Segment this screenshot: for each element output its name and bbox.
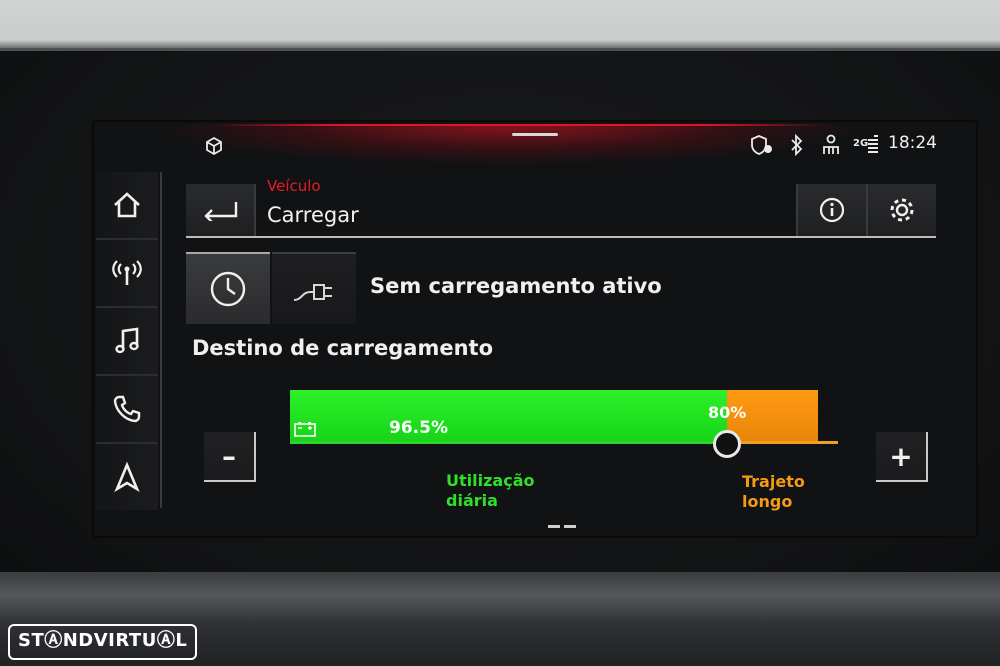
music-icon: [115, 327, 139, 354]
clock-icon: [210, 271, 246, 307]
settings-button[interactable]: [866, 184, 936, 236]
nav-home[interactable]: [96, 172, 158, 240]
top-accent-glow: [170, 125, 850, 163]
back-button[interactable]: [186, 184, 256, 236]
target-slider-handle[interactable]: [713, 430, 741, 458]
nav-phone[interactable]: [96, 376, 158, 444]
home-icon: [114, 192, 140, 218]
charging-status: Sem carregamento ativo: [370, 274, 662, 298]
long-trip-label-line1: Trajeto: [742, 472, 805, 491]
phone-icon: [113, 395, 141, 423]
side-navigation: [96, 172, 162, 510]
tab-charging-timer[interactable]: [186, 252, 270, 324]
decrease-button[interactable]: –: [204, 432, 256, 482]
page-indicator: [548, 513, 580, 532]
info-button[interactable]: [796, 184, 866, 236]
daily-use-label: Utilização diária: [446, 471, 534, 511]
radio-icon: [112, 260, 142, 285]
watermark-logo: STⒶNDVIRTUⒶL: [8, 624, 198, 660]
slider-rail-filled: [290, 441, 727, 444]
breadcrumb: Veículo: [267, 177, 321, 195]
gear-icon: [890, 198, 914, 222]
pull-down-handle[interactable]: [512, 133, 558, 136]
cube-icon: [204, 136, 224, 160]
plug-icon: [293, 284, 332, 301]
daily-use-range: [290, 390, 727, 442]
long-trip-label: Trajeto longo: [742, 472, 805, 512]
signal-strength-icon: [866, 134, 880, 160]
increase-button[interactable]: +: [876, 432, 928, 482]
nav-radio[interactable]: [96, 240, 158, 308]
navigation-icon: [114, 461, 140, 493]
nav-media[interactable]: [96, 308, 158, 376]
back-arrow-icon: [204, 202, 238, 221]
current-charge-level: 96.5%: [389, 418, 448, 438]
battery-icon: [294, 422, 316, 437]
page-title: Carregar: [267, 203, 359, 227]
info-icon: [819, 197, 845, 223]
tab-immediate-charging[interactable]: [272, 252, 356, 324]
clock: 18:24: [888, 133, 937, 153]
shield-location-icon: [750, 134, 774, 160]
daily-use-label-line1: Utilização: [446, 471, 535, 490]
charging-target-title: Destino de carregamento: [192, 336, 494, 360]
daily-use-label-line2: diária: [446, 491, 498, 510]
top-accent-line: [210, 124, 830, 126]
long-trip-label-line2: longo: [742, 492, 793, 511]
target-charge-level: 80%: [708, 403, 747, 422]
bluetooth-icon: [790, 133, 804, 160]
nav-navigation[interactable]: [96, 444, 158, 510]
user-profile-icon: [820, 134, 842, 160]
